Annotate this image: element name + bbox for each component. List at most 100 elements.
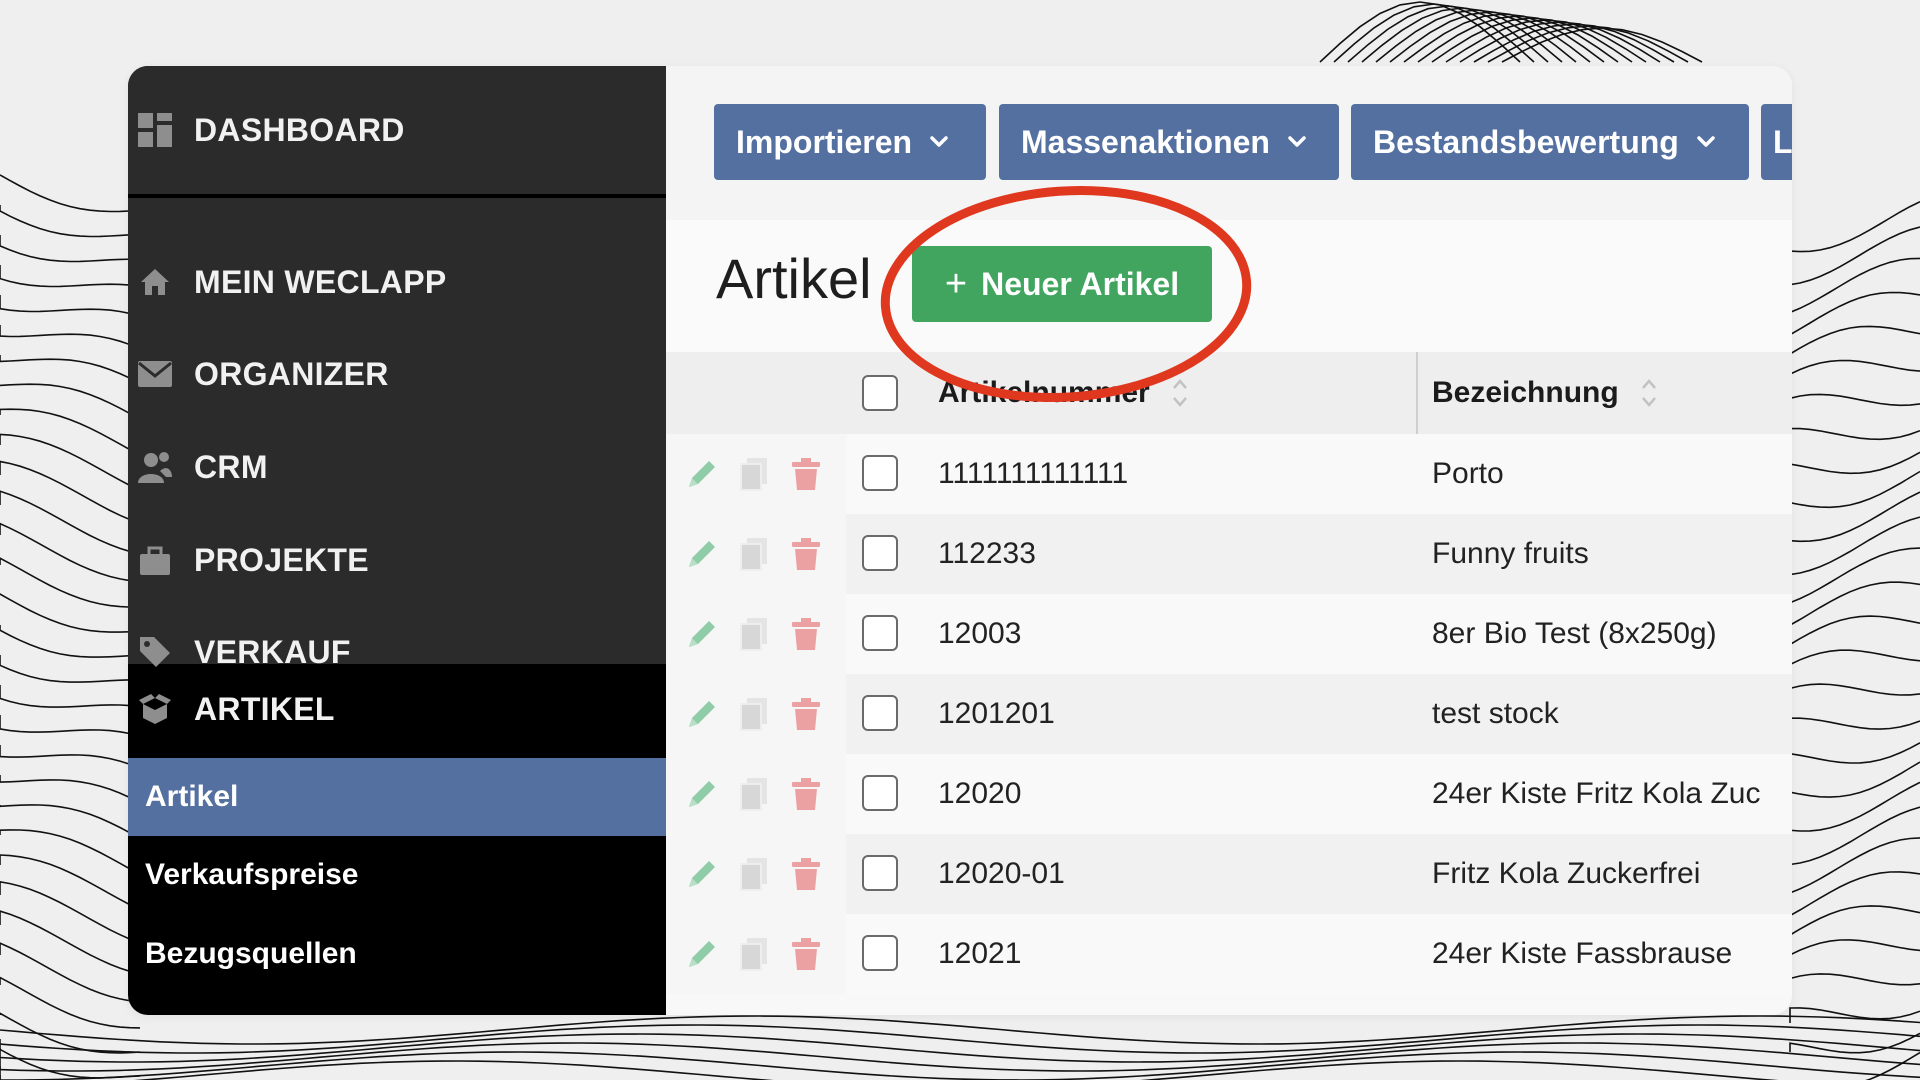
delete-icon[interactable] <box>786 534 826 574</box>
copy-icon[interactable] <box>734 614 774 654</box>
row-checkbox[interactable] <box>862 775 898 811</box>
table-row[interactable]: 12020 24er Kiste Fritz Kola Zuc <box>666 754 1792 834</box>
background-wave-line <box>0 880 141 944</box>
sidebar-menu: MEIN WECLAPP ORGANIZER CRM PROJEKTE VERK… <box>128 198 666 670</box>
sidebar-item-dashboard[interactable]: DASHBOARD <box>128 66 666 194</box>
background-wave-line <box>0 408 141 456</box>
row-actions <box>666 754 846 834</box>
cell-article-name: 24er Kiste Fritz Kola Zuc <box>1432 777 1761 810</box>
sidebar-item-label: DASHBOARD <box>194 111 405 148</box>
edit-icon[interactable] <box>682 694 722 734</box>
cell-article-number: 12020-01 <box>938 857 1065 890</box>
column-divider[interactable] <box>1416 352 1418 434</box>
table-row[interactable]: 1111111111111 Porto <box>666 434 1792 514</box>
row-checkbox[interactable] <box>862 535 898 571</box>
sidebar-item-artikel[interactable]: ARTIKEL <box>128 664 666 754</box>
row-checkbox[interactable] <box>862 615 898 651</box>
edit-icon[interactable] <box>682 534 722 574</box>
sidebar-subitem-bezugsquellen[interactable]: Bezugsquellen <box>128 915 666 993</box>
copy-icon[interactable] <box>734 934 774 974</box>
box-icon <box>138 692 172 726</box>
cell-article-number: 12021 <box>938 937 1022 970</box>
sidebar-subitem-artikel[interactable]: Artikel <box>128 758 666 836</box>
edit-icon[interactable] <box>682 934 722 974</box>
briefcase-icon <box>138 543 172 577</box>
dashboard-icon <box>138 113 172 147</box>
background-wave-line <box>1789 905 1920 936</box>
copy-icon[interactable] <box>734 774 774 814</box>
background-wave-line <box>1789 291 1920 337</box>
sort-icon <box>1641 376 1657 410</box>
chevron-down-icon <box>1284 129 1310 155</box>
new-article-button[interactable]: + Neuer Artikel <box>912 246 1212 322</box>
sidebar-item-crm[interactable]: CRM <box>128 423 666 511</box>
cell-article-name: test stock <box>1432 697 1559 730</box>
row-actions <box>666 594 846 674</box>
row-checkbox[interactable] <box>862 455 898 491</box>
background-wave-line <box>1789 516 1920 576</box>
background-wave-line <box>0 383 141 420</box>
cell-article-name: Fritz Kola Zuckerfrei <box>1432 857 1701 890</box>
background-wave-line <box>0 1012 141 1054</box>
table-row[interactable]: 12021 24er Kiste Fassbrause <box>666 914 1792 994</box>
table-row[interactable]: 12020-01 Fritz Kola Zuckerfrei <box>666 834 1792 914</box>
delete-icon[interactable] <box>786 694 826 734</box>
sidebar-item-label: MEIN WECLAPP <box>194 263 447 300</box>
delete-icon[interactable] <box>786 854 826 894</box>
delete-icon[interactable] <box>786 454 826 494</box>
page-title: Artikel <box>716 247 872 310</box>
sidebar-item-organizer[interactable]: ORGANIZER <box>128 330 666 418</box>
background-wave-line <box>0 325 141 350</box>
background-wave-line <box>0 804 141 840</box>
row-checkbox[interactable] <box>862 855 898 891</box>
delete-icon[interactable] <box>786 774 826 814</box>
table-row[interactable]: 1201201 test stock <box>666 674 1792 754</box>
copy-icon[interactable] <box>734 854 774 894</box>
delete-icon[interactable] <box>786 614 826 654</box>
sidebar-item-mein-weclapp[interactable]: MEIN WECLAPP <box>128 238 666 326</box>
background-wave-line <box>0 625 141 658</box>
delete-icon[interactable] <box>786 934 826 974</box>
table-row[interactable]: 112233 Funny fruits <box>666 514 1792 594</box>
sidebar: DASHBOARD MEIN WECLAPP ORGANIZER CRM PRO… <box>128 66 666 1015</box>
copy-icon[interactable] <box>734 534 774 574</box>
copy-icon[interactable] <box>734 694 774 734</box>
import-dropdown-button[interactable]: Importieren <box>714 104 986 180</box>
background-wave-line <box>1789 451 1920 475</box>
sidebar-item-label: ARTIKEL <box>194 690 335 727</box>
edit-icon[interactable] <box>682 454 722 494</box>
sidebar-subitem-label: Verkaufspreise <box>145 858 359 891</box>
background-wave-line <box>0 295 141 317</box>
column-header-number[interactable]: Artikelnummer <box>938 352 1188 434</box>
background-wave-line <box>1789 325 1920 356</box>
row-actions <box>666 434 846 514</box>
edit-icon[interactable] <box>682 854 722 894</box>
edit-icon[interactable] <box>682 774 722 814</box>
background-wave-line <box>0 775 141 804</box>
row-checkbox[interactable] <box>862 695 898 731</box>
background-wave-line <box>0 715 141 737</box>
background-wave-line <box>0 490 141 555</box>
new-article-button-label: Neuer Artikel <box>981 265 1180 302</box>
chevron-down-icon <box>926 129 952 155</box>
toolbar-overflow-button[interactable]: L <box>1761 104 1792 180</box>
background-wave-line <box>0 655 141 683</box>
column-header-label: Bezeichnung <box>1432 376 1619 409</box>
stock-valuation-dropdown-button[interactable]: Bestandsbewertung <box>1351 104 1749 180</box>
column-header-name[interactable]: Bezeichnung <box>1432 352 1657 434</box>
row-actions <box>666 674 846 754</box>
bulk-actions-dropdown-button[interactable]: Massenaktionen <box>999 104 1339 180</box>
sidebar-subitem-verkaufspreise[interactable]: Verkaufspreise <box>128 836 666 914</box>
copy-icon[interactable] <box>734 454 774 494</box>
row-checkbox[interactable] <box>862 935 898 971</box>
sidebar-item-projekte[interactable]: PROJEKTE <box>128 516 666 604</box>
edit-icon[interactable] <box>682 614 722 654</box>
background-wave-line <box>0 942 141 1003</box>
stock-valuation-button-label: Bestandsbewertung <box>1373 123 1679 160</box>
chevron-down-icon <box>1693 129 1719 155</box>
select-all-checkbox[interactable] <box>862 375 898 411</box>
row-actions <box>666 514 846 594</box>
background-wave-line <box>1789 939 1920 965</box>
cell-article-number: 112233 <box>938 537 1036 570</box>
table-row[interactable]: 12003 8er Bio Test (8x250g) <box>666 594 1792 674</box>
